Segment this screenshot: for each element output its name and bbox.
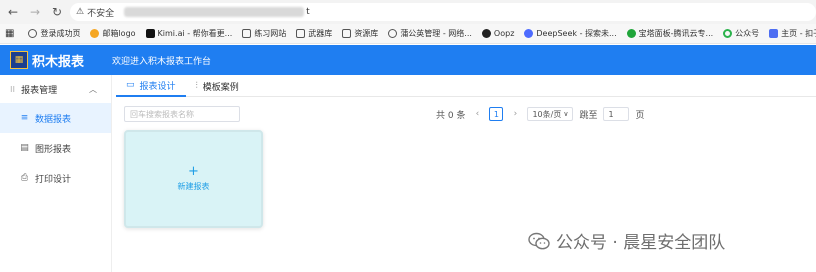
sidebar-item-print-design[interactable]: ⎙ 打印设计 — [0, 163, 111, 193]
page-unit: 页 — [635, 110, 645, 121]
mail-icon — [90, 29, 100, 38]
new-report-label: 新建报表 — [177, 182, 210, 191]
printer-icon: ⎙ — [20, 173, 29, 183]
app-header: ▦ 积木报表 欢迎进入积木报表工作台 — [0, 45, 816, 75]
page-size-value: 10条/页 — [532, 109, 562, 119]
sidebar: ⁝⁝ 报表管理 ︿ ≡ 数据报表 ▤ 图形报表 ⎙ 打印设计 — [0, 75, 112, 272]
address-bar[interactable]: ⚠ 不安全 t — [70, 3, 816, 21]
watermark-text: 公众号 · 晨星安全团队 — [556, 233, 726, 253]
jump-label: 跳至 — [579, 110, 598, 121]
next-page-icon[interactable]: › — [509, 109, 521, 119]
sidebar-item-label: 打印设计 — [35, 174, 72, 185]
page-size-select[interactable]: 10条/页 ∨ — [527, 107, 574, 121]
sidebar-item-label: 数据报表 — [35, 114, 72, 125]
sidebar-item-data-report[interactable]: ≡ 数据报表 — [0, 103, 111, 133]
search-input[interactable] — [124, 106, 240, 122]
welcome-text: 欢迎进入积木报表工作台 — [112, 56, 212, 67]
bt-icon — [626, 29, 636, 38]
kimi-icon — [145, 29, 155, 38]
bookmark-6[interactable]: 蒲公英管理 - 网络... — [383, 28, 477, 39]
browser-toolbar: ← → ↻ ⚠ 不安全 t — [0, 0, 816, 24]
folder-icon — [342, 29, 352, 38]
coze-icon — [769, 29, 779, 38]
chevron-down-icon: ∨ — [563, 110, 569, 118]
back-icon[interactable]: ← — [4, 3, 22, 21]
app-logo[interactable]: ▦ 积木报表 — [10, 51, 84, 70]
warning-icon: ⚠ — [76, 7, 85, 17]
reload-icon[interactable]: ↻ — [48, 3, 66, 21]
pagination: 共 0 条 ‹ 1 › 10条/页 ∨ 跳至 1 页 — [436, 106, 644, 122]
globe-icon — [28, 29, 38, 38]
tab-report-design[interactable]: ▭ 报表设计 — [116, 75, 186, 97]
security-label: 不安全 — [87, 8, 115, 19]
bookmark-8[interactable]: DeepSeek - 探索未... — [519, 28, 621, 39]
tab-bar: ▭ 报表设计 ⫶ 模板案例 — [116, 75, 816, 97]
prev-page-icon[interactable]: ‹ — [471, 109, 483, 119]
bookmark-2[interactable]: Kimi.ai - 帮你看更... — [141, 28, 238, 39]
url-tail: t — [306, 7, 310, 17]
wechat-icon — [528, 232, 550, 249]
bookmark-11[interactable]: 主页 - 扣子 — [764, 28, 816, 39]
monitor-icon: ▭ — [126, 80, 135, 90]
chevron-up-icon: ︿ — [89, 84, 97, 94]
bookmarks-bar: ▦ 登录成功页 邮箱logo Kimi.ai - 帮你看更... 练习网站 武器… — [0, 24, 816, 44]
chart-icon: ▤ — [20, 143, 29, 153]
security-warning[interactable]: ⚠ 不安全 — [76, 6, 114, 19]
wechat-icon — [723, 29, 733, 38]
bookmark-5[interactable]: 资源库 — [337, 28, 383, 39]
globe-icon — [388, 29, 398, 38]
bookmark-10[interactable]: 公众号 — [718, 28, 764, 39]
sidebar-item-chart-report[interactable]: ▤ 图形报表 — [0, 133, 111, 163]
bookmark-3[interactable]: 练习网站 — [237, 28, 291, 39]
plus-icon: + — [188, 164, 199, 179]
tab-template-cases[interactable]: ⫶ 模板案例 — [186, 75, 249, 97]
page-number[interactable]: 1 — [489, 107, 504, 121]
deepseek-icon — [524, 29, 534, 38]
sidebar-group-report-management[interactable]: ⁝⁝ 报表管理 ︿ — [0, 75, 111, 103]
bookmark-0[interactable]: 登录成功页 — [23, 28, 85, 39]
sidebar-item-label: 图形报表 — [35, 144, 72, 155]
bookmark-4[interactable]: 武器库 — [291, 28, 337, 39]
jump-page-input[interactable]: 1 — [603, 107, 630, 121]
forward-icon[interactable]: → — [26, 3, 44, 21]
new-report-card[interactable]: + 新建报表 — [124, 130, 263, 228]
apps-grid-icon[interactable]: ▦ — [0, 28, 19, 39]
folder-icon — [296, 29, 306, 38]
logo-icon: ▦ — [10, 51, 28, 69]
sidebar-group-label: 报表管理 — [21, 85, 58, 96]
bookmark-7[interactable]: Oopz — [477, 29, 519, 38]
bookmark-9[interactable]: 宝塔面板-腾讯云专... — [622, 28, 719, 39]
grid-icon: ⁝⁝ — [10, 84, 16, 94]
tab-label: 模板案例 — [202, 82, 239, 93]
logo-text: 积木报表 — [32, 54, 85, 70]
tab-label: 报表设计 — [139, 81, 176, 92]
folder-icon — [242, 29, 252, 38]
total-count: 共 0 条 — [436, 110, 466, 121]
blurred-url — [124, 7, 305, 17]
bookmark-1[interactable]: 邮箱logo — [85, 28, 140, 39]
watermark: 公众号 · 晨星安全团队 — [528, 228, 725, 253]
oopz-icon — [481, 29, 491, 38]
list-icon: ≡ — [20, 113, 29, 123]
sliders-icon: ⫶ — [195, 81, 198, 91]
